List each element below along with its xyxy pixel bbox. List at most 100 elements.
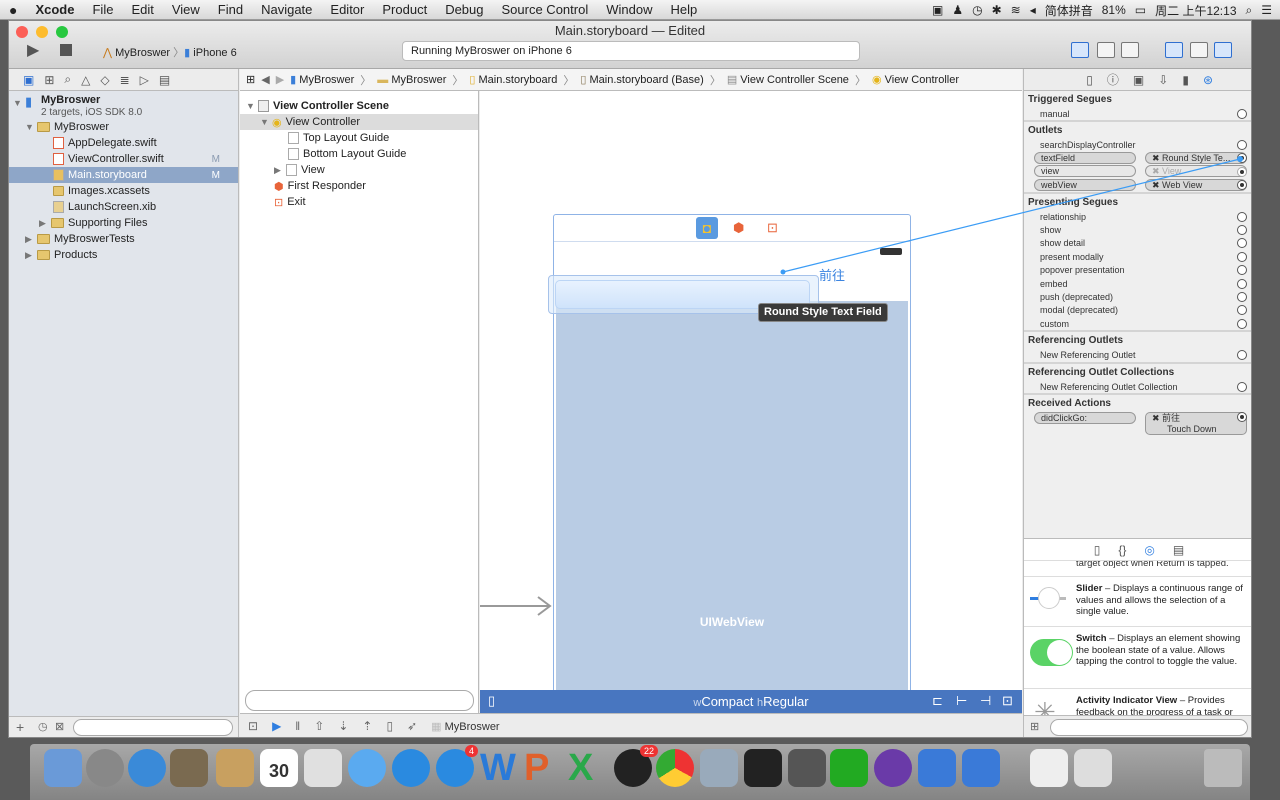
segue-popover[interactable]: popover presentation — [1024, 264, 1251, 277]
bluetooth-icon[interactable]: ✱ — [992, 3, 1002, 17]
media-library-icon[interactable]: ▤ — [1173, 543, 1184, 557]
web-view[interactable]: UIWebView — [556, 301, 908, 691]
segue-embed[interactable]: embed — [1024, 277, 1251, 290]
battery-percent[interactable]: 81% — [1102, 3, 1126, 17]
menu-navigate[interactable]: Navigate — [252, 2, 321, 17]
hide-debug-area-icon[interactable]: ⊡ — [248, 719, 258, 733]
align-icon[interactable]: ⊏ — [932, 693, 943, 709]
issue-navigator-icon[interactable]: △ — [81, 73, 90, 87]
menu-view[interactable]: View — [163, 2, 209, 17]
outlet-searchdisplaycontroller[interactable]: searchDisplayController — [1024, 138, 1251, 151]
resizing-behavior-icon[interactable]: ⊡ — [1002, 693, 1013, 709]
evernote-icon[interactable] — [830, 749, 868, 787]
segue-show[interactable]: show — [1024, 223, 1251, 236]
nav-item-viewcontroller[interactable]: ViewController.swift M — [9, 151, 238, 167]
xcode-icon[interactable] — [918, 749, 956, 787]
code-snippet-library-icon[interactable]: {} — [1118, 543, 1126, 557]
menu-find[interactable]: Find — [209, 2, 252, 17]
project-root[interactable]: ▼ ▮ MyBroswer 2 targets, iOS SDK 8.0 — [9, 91, 238, 119]
device-selector[interactable]: iPhone 6 — [193, 47, 236, 59]
menu-edit[interactable]: Edit — [122, 2, 162, 17]
recent-files-icon[interactable]: ◷ — [38, 720, 48, 733]
preview-icon[interactable] — [700, 749, 738, 787]
messages-icon[interactable] — [348, 749, 386, 787]
nav-item-products[interactable]: ▶ Products — [9, 247, 238, 263]
attributes-inspector-icon[interactable]: ⇩ — [1158, 73, 1168, 87]
quick-help-icon[interactable]: ⓘ — [1107, 71, 1119, 88]
outline-filter-input[interactable] — [245, 690, 474, 711]
view-debugging-icon[interactable]: ▯ — [386, 719, 393, 733]
segue-modal[interactable]: modal (deprecated) — [1024, 304, 1251, 317]
scheme-selector[interactable]: ⋀ MyBroswer 〉▮ iPhone 6 — [103, 44, 237, 60]
library-filter-input[interactable] — [1050, 719, 1248, 736]
segue-push[interactable]: push (deprecated) — [1024, 290, 1251, 303]
outline-view-controller[interactable]: ▼ ◉ View Controller — [240, 114, 478, 130]
storyboard-canvas[interactable]: ◘ ⬢ ⊡ 前往 UIWebView Round Style Text Fiel… — [480, 91, 1022, 691]
menu-file[interactable]: File — [83, 2, 122, 17]
go-button[interactable]: 前往 — [819, 265, 845, 284]
debug-navigator-icon[interactable]: ≣ — [120, 73, 130, 87]
outline-view[interactable]: ▶ View — [240, 162, 478, 178]
notification-center-icon[interactable]: ☰ — [1261, 3, 1272, 17]
segue-custom[interactable]: custom — [1024, 317, 1251, 330]
test-navigator-icon[interactable]: ◇ — [100, 73, 109, 87]
segue-manual[interactable]: manual — [1024, 107, 1251, 120]
menu-window[interactable]: Window — [597, 2, 661, 17]
report-navigator-icon[interactable]: ▤ — [159, 73, 170, 87]
qq-status-icon[interactable]: ♟ — [952, 3, 963, 17]
menu-product[interactable]: Product — [373, 2, 436, 17]
add-file-button[interactable]: + — [16, 719, 24, 735]
pin-icon[interactable]: ⊢ — [956, 693, 967, 709]
view-controller-icon[interactable]: ◘ — [696, 217, 718, 239]
stop-button[interactable] — [60, 44, 72, 56]
menu-editor[interactable]: Editor — [321, 2, 373, 17]
wifi-icon[interactable]: ≋ — [1011, 3, 1021, 17]
sublime-text-icon[interactable] — [788, 749, 826, 787]
step-into-icon[interactable]: ⇣ — [338, 719, 348, 733]
qq-icon[interactable]: 22 — [614, 745, 658, 787]
resolve-autolayout-icon[interactable]: ⊣ — [980, 693, 991, 709]
jump-project[interactable]: ▮ MyBroswer — [290, 73, 354, 86]
calendar-icon[interactable]: 30 — [260, 749, 298, 787]
nav-item-supporting-files[interactable]: ▶ Supporting Files — [9, 215, 238, 231]
word-icon[interactable]: W — [480, 749, 518, 787]
library-grid-view-icon[interactable]: ⊞ — [1030, 720, 1039, 733]
jump-group[interactable]: ▬ MyBroswer — [377, 74, 446, 86]
size-inspector-icon[interactable]: ▮ — [1182, 73, 1189, 87]
related-items-icon[interactable]: ⊞ — [246, 73, 255, 86]
file-template-library-icon[interactable]: ▯ — [1094, 543, 1101, 557]
navigator-filter-input[interactable] — [73, 719, 233, 736]
status-app-icon[interactable]: ▣ — [932, 3, 943, 17]
nav-item-appdelegate[interactable]: AppDelegate.swift — [9, 135, 238, 151]
outlet-textfield[interactable]: textField ✖ Round Style Te... — [1024, 151, 1251, 165]
nav-item-mybroswertests[interactable]: ▶ MyBroswerTests — [9, 231, 238, 247]
segue-relationship[interactable]: relationship — [1024, 210, 1251, 223]
chrome-icon[interactable] — [656, 749, 694, 787]
launchpad-icon[interactable] — [86, 749, 124, 787]
trash-icon[interactable] — [1204, 749, 1242, 787]
outlet-webview[interactable]: webView ✖ Web View — [1024, 178, 1251, 192]
step-out-icon[interactable]: ⇡ — [362, 719, 372, 733]
connections-inspector-icon[interactable]: ⊛ — [1203, 73, 1213, 87]
nav-item-images-xcassets[interactable]: Images.xcassets — [9, 183, 238, 199]
debug-target[interactable]: ▦ MyBroswer — [431, 720, 499, 733]
outline-top-layout-guide[interactable]: Top Layout Guide — [240, 130, 478, 146]
jump-storyboard[interactable]: ▯ Main.storyboard — [469, 73, 557, 86]
jump-scene[interactable]: ▤ View Controller Scene — [727, 73, 849, 86]
menu-source-control[interactable]: Source Control — [493, 2, 598, 17]
symbol-navigator-icon[interactable]: ⊞ — [44, 73, 54, 87]
file-inspector-icon[interactable]: ▯ — [1086, 73, 1093, 87]
input-method[interactable]: 简体拼音 — [1045, 2, 1093, 19]
jump-storyboard-base[interactable]: ▯ Main.storyboard (Base) — [580, 73, 703, 86]
nav-item-mybroswer-group[interactable]: ▼ MyBroswer — [9, 119, 238, 135]
source-control-filter-icon[interactable]: ⊠ — [55, 720, 64, 733]
outline-bottom-layout-guide[interactable]: Bottom Layout Guide — [240, 146, 478, 162]
menu-help[interactable]: Help — [661, 2, 706, 17]
forward-button[interactable]: ▶ — [276, 73, 284, 86]
new-referencing-outlet-collection[interactable]: New Referencing Outlet Collection — [1024, 380, 1251, 393]
finder-icon[interactable] — [44, 749, 82, 787]
breakpoint-navigator-icon[interactable]: ▷ — [140, 73, 149, 87]
downloads-stack-icon[interactable] — [1074, 749, 1112, 787]
outline-first-responder[interactable]: ⬢ First Responder — [240, 178, 478, 194]
object-library-icon[interactable]: ◎ — [1144, 543, 1154, 557]
